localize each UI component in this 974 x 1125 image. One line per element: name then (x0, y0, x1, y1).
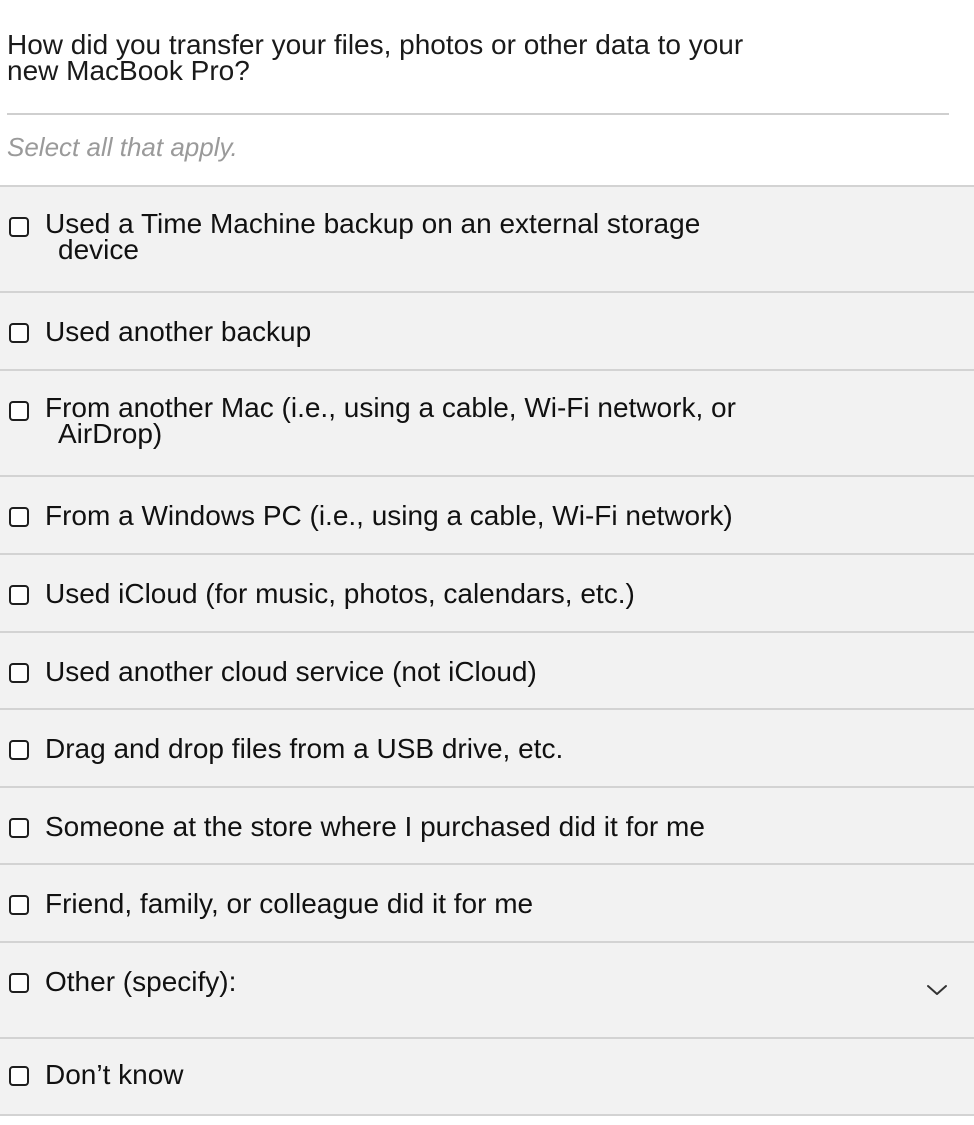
option-label-time-machine: Used a Time Machine backup on an externa… (45, 208, 805, 265)
option-icloud[interactable]: Used iCloud (for music, photos, calendar… (0, 555, 974, 633)
checkbox-windows-pc[interactable] (9, 507, 29, 527)
checkbox-icloud[interactable] (9, 585, 29, 605)
checkbox-other-specify[interactable] (9, 973, 29, 993)
option-label-store-staff: Someone at the store where I purchased d… (45, 811, 705, 842)
checkbox-dont-know[interactable] (9, 1066, 29, 1086)
option-label-windows-pc: From a Windows PC (i.e., using a cable, … (45, 500, 733, 531)
question-text: How did you transfer your files, photos … (7, 31, 887, 86)
option-friend-family[interactable]: Friend, family, or colleague did it for … (0, 865, 974, 943)
option-label-dont-know: Don’t know (45, 1059, 184, 1090)
checkbox-other-cloud[interactable] (9, 663, 29, 683)
option-label-time-machine-line-2: device (58, 234, 139, 265)
option-label-other-specify: Other (specify): (45, 966, 237, 997)
option-windows-pc[interactable]: From a Windows PC (i.e., using a cable, … (0, 477, 974, 555)
option-label-icloud: Used iCloud (for music, photos, calendar… (45, 578, 635, 609)
option-label-another-mac-line-2: AirDrop) (58, 418, 163, 449)
checkbox-friend-family[interactable] (9, 895, 29, 915)
options-list: Used a Time Machine backup on an externa… (0, 185, 974, 1116)
checkbox-another-mac[interactable] (9, 401, 29, 421)
option-label-other-cloud: Used another cloud service (not iCloud) (45, 656, 537, 687)
option-label-another-backup: Used another backup (45, 316, 312, 347)
chevron-down-icon[interactable] (926, 979, 948, 1001)
option-label-usb-drive: Drag and drop files from a USB drive, et… (45, 733, 564, 764)
option-another-backup[interactable]: Used another backup (0, 293, 974, 371)
checkbox-another-backup[interactable] (9, 323, 29, 343)
option-other-specify[interactable]: Other (specify): (0, 943, 974, 1039)
checkbox-time-machine[interactable] (9, 217, 29, 237)
option-usb-drive[interactable]: Drag and drop files from a USB drive, et… (0, 710, 974, 788)
question-divider (7, 113, 949, 115)
option-time-machine[interactable]: Used a Time Machine backup on an externa… (0, 187, 974, 293)
checkbox-usb-drive[interactable] (9, 740, 29, 760)
question-line-2: new MacBook Pro? (7, 55, 250, 86)
option-dont-know[interactable]: Don’t know (0, 1039, 974, 1116)
checkbox-store-staff[interactable] (9, 818, 29, 838)
option-other-cloud[interactable]: Used another cloud service (not iCloud) (0, 633, 974, 710)
option-label-friend-family: Friend, family, or colleague did it for … (45, 888, 534, 919)
option-another-mac[interactable]: From another Mac (i.e., using a cable, W… (0, 371, 974, 477)
instruction-text: Select all that apply. (7, 132, 238, 162)
option-store-staff[interactable]: Someone at the store where I purchased d… (0, 788, 974, 865)
option-label-another-mac: From another Mac (i.e., using a cable, W… (45, 394, 805, 449)
option-label-time-machine-line-1: Used a Time Machine backup on an externa… (45, 208, 701, 239)
